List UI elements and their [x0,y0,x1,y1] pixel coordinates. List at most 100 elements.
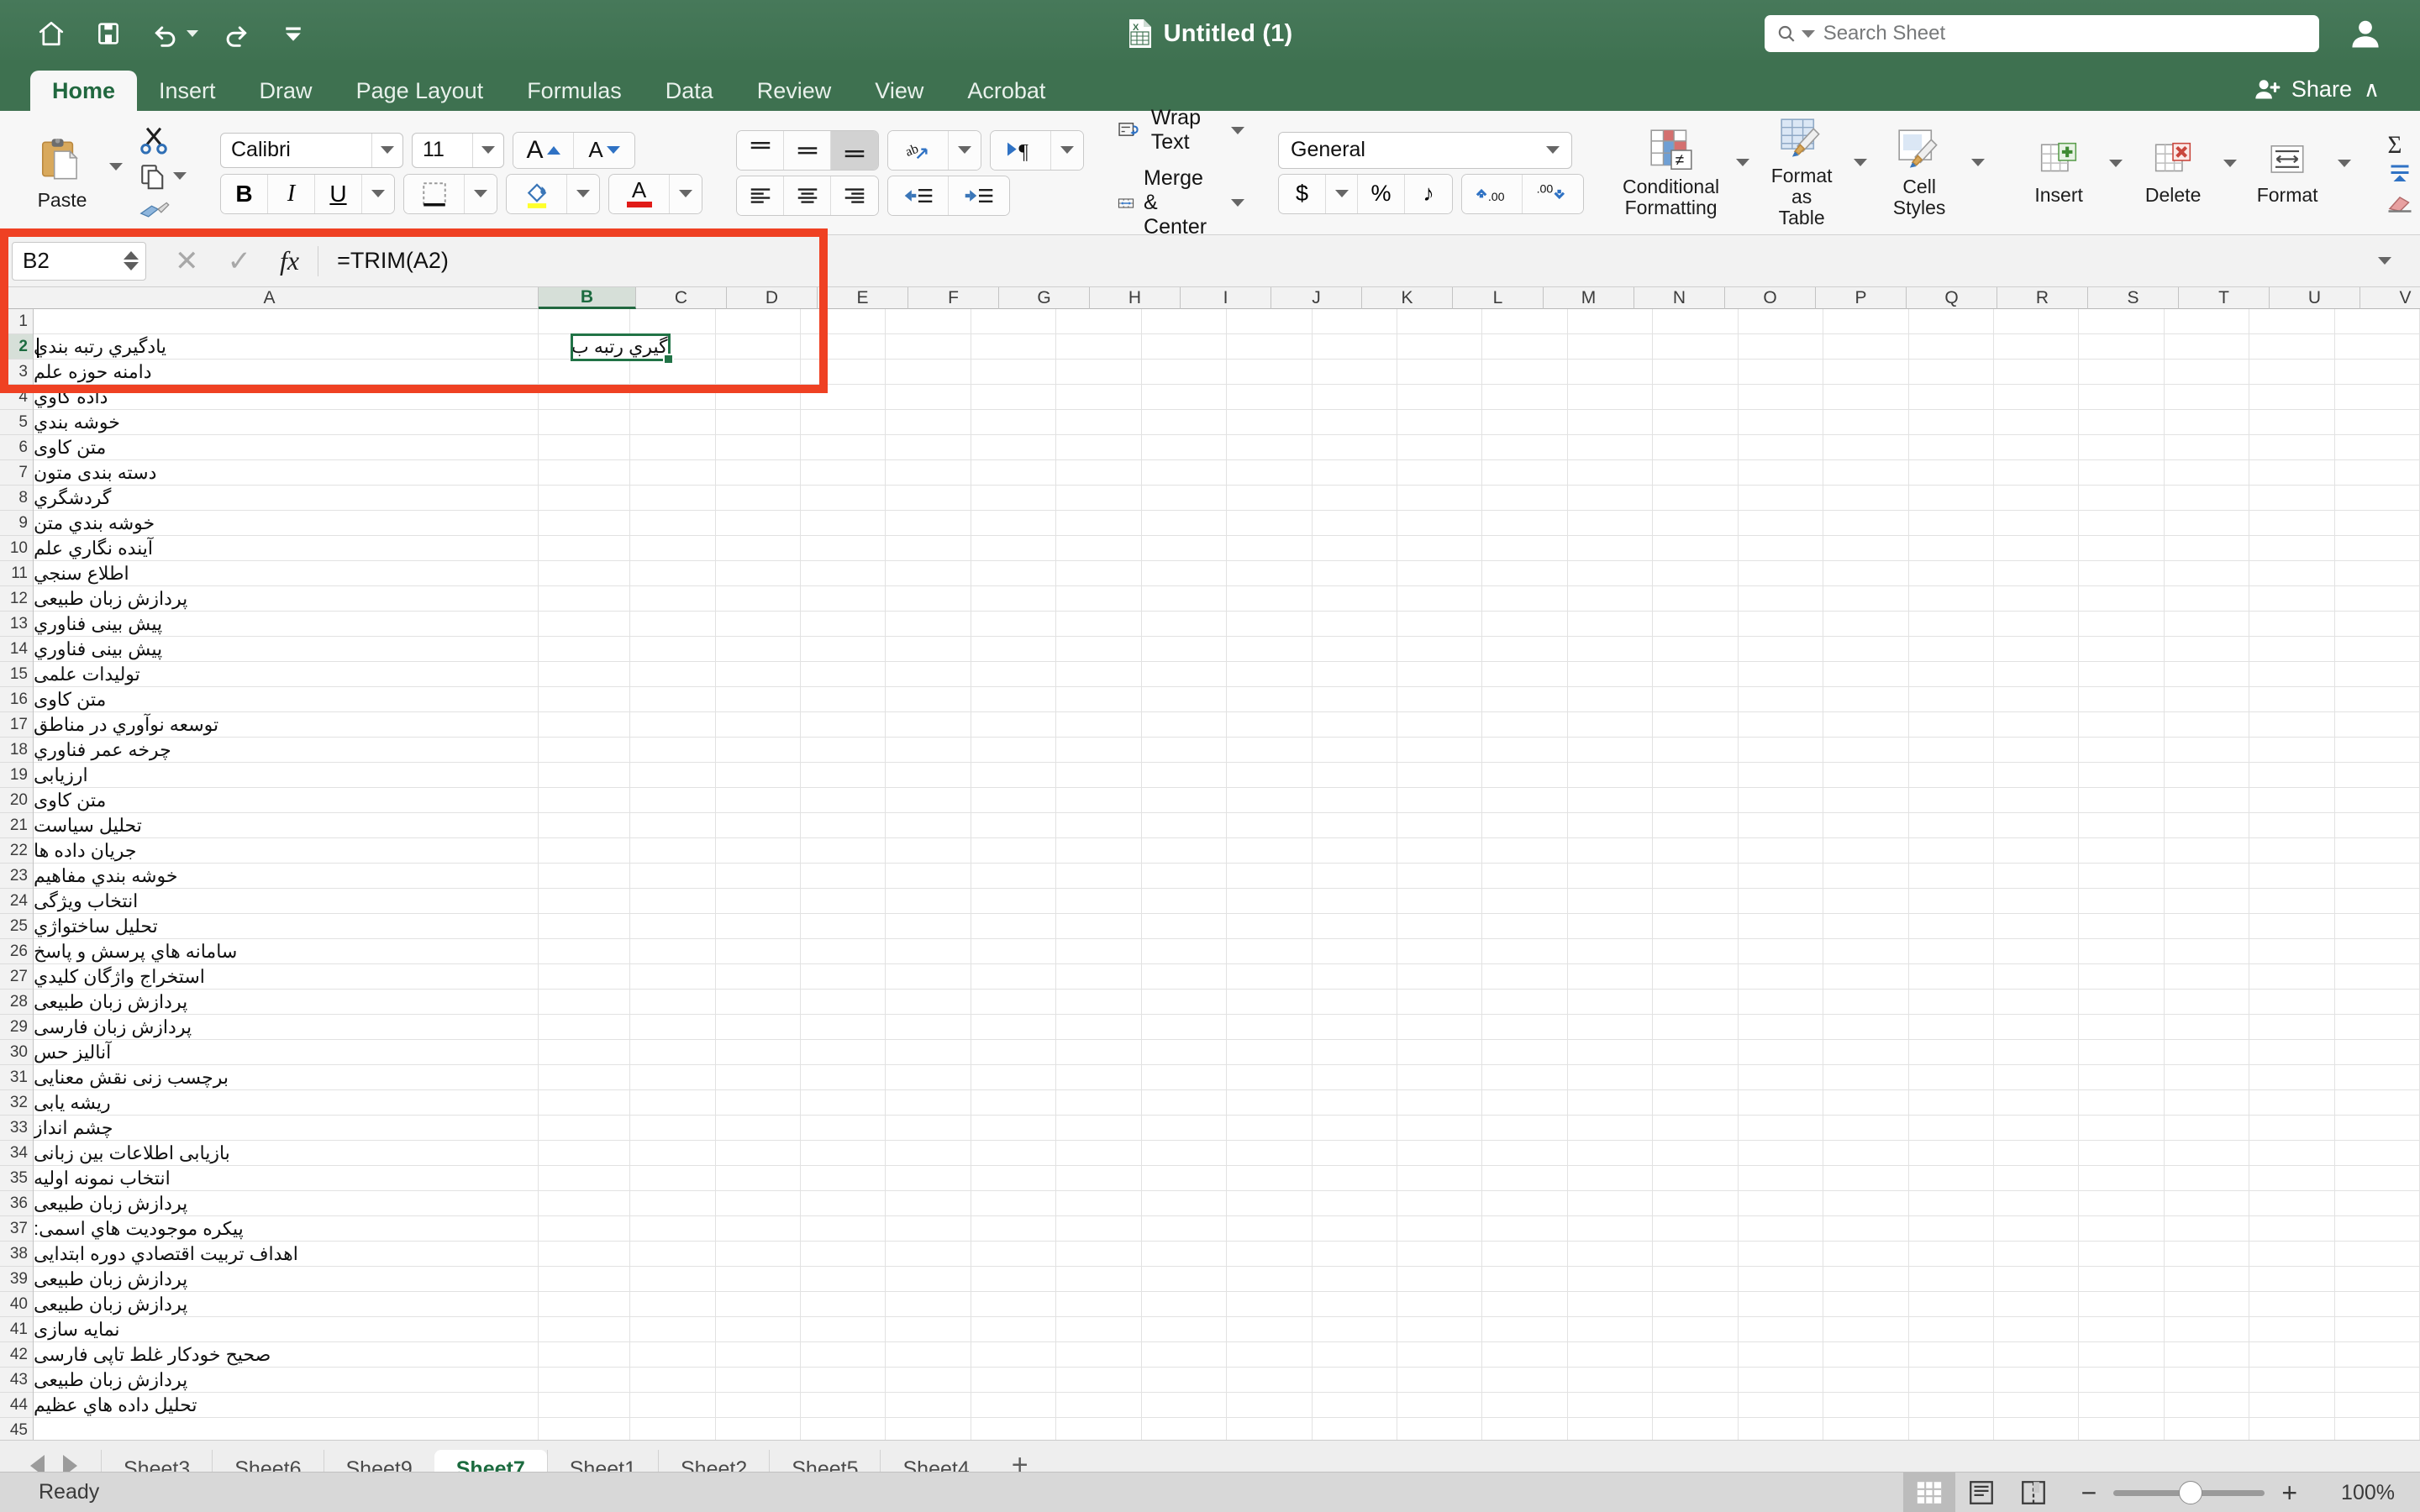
cell-A5[interactable]: خوشه بندي [34,410,539,434]
cell-S10[interactable] [1994,536,2080,560]
cell-F10[interactable] [886,536,971,560]
cell-P20[interactable] [1739,788,1824,812]
cell-H34[interactable] [1056,1141,1142,1165]
cell-U15[interactable] [2165,662,2250,686]
cell-P45[interactable] [1739,1418,1824,1440]
cell-C31[interactable] [630,1065,716,1089]
cell-G12[interactable] [971,586,1057,611]
cell-W21[interactable] [2335,813,2420,837]
cell-P10[interactable] [1739,536,1824,560]
cell-O29[interactable] [1653,1015,1739,1039]
row-header-7[interactable]: 7 [0,460,33,486]
cell-V25[interactable] [2249,914,2335,938]
cell-H27[interactable] [1056,964,1142,989]
cell-N34[interactable] [1568,1141,1654,1165]
cell-S36[interactable] [1994,1191,2080,1215]
confirm-formula-icon[interactable]: ✓ [228,244,252,278]
cell-P16[interactable] [1739,687,1824,711]
cell-T39[interactable] [2079,1267,2165,1291]
cell-H1[interactable] [1056,309,1142,333]
cell-P42[interactable] [1739,1342,1824,1367]
autosum-button[interactable]: Σ [2385,131,2420,158]
cell-J2[interactable] [1227,334,1313,359]
cell-Q13[interactable] [1823,612,1909,636]
cell-V29[interactable] [2249,1015,2335,1039]
bold-button[interactable]: B [221,174,268,213]
cell-R34[interactable] [1909,1141,1994,1165]
cell-T6[interactable] [2079,435,2165,459]
cell-P13[interactable] [1739,612,1824,636]
cell-C13[interactable] [630,612,716,636]
cell-I2[interactable] [1142,334,1228,359]
cell-T18[interactable] [2079,738,2165,762]
cell-K4[interactable] [1313,385,1397,409]
cell-R20[interactable] [1909,788,1994,812]
cell-A3[interactable]: دامنه حوزه علم [34,360,539,384]
row-header-43[interactable]: 43 [0,1368,33,1393]
zoom-slider[interactable] [2113,1480,2265,1504]
cell-D9[interactable] [716,511,802,535]
cell-M11[interactable] [1482,561,1568,585]
cell-L26[interactable] [1397,939,1483,963]
cell-F32[interactable] [886,1090,971,1115]
cell-P6[interactable] [1739,435,1824,459]
row-header-35[interactable]: 35 [0,1166,33,1191]
cell-O9[interactable] [1653,511,1739,535]
name-box-spinner[interactable] [124,251,139,270]
cell-F13[interactable] [886,612,971,636]
cell-B7[interactable] [539,460,631,485]
cell-W28[interactable] [2335,990,2420,1014]
cell-N5[interactable] [1568,410,1654,434]
cell-A42[interactable]: صحیح خودکار غلط تاپی فارسی [34,1342,539,1367]
cell-Q34[interactable] [1823,1141,1909,1165]
cell-V36[interactable] [2249,1191,2335,1215]
cell-E8[interactable] [801,486,886,510]
cell-L23[interactable] [1397,864,1483,888]
row-header-3[interactable]: 3 [0,360,33,385]
cell-U18[interactable] [2165,738,2250,762]
cell-N28[interactable] [1568,990,1654,1014]
cell-I45[interactable] [1142,1418,1228,1440]
cell-Q18[interactable] [1823,738,1909,762]
cell-P14[interactable] [1739,637,1824,661]
row-header-1[interactable]: 1 [0,309,33,334]
row-header-5[interactable]: 5 [0,410,33,435]
cell-Q31[interactable] [1823,1065,1909,1089]
cell-I36[interactable] [1142,1191,1228,1215]
row-header-15[interactable]: 15 [0,662,33,687]
cell-V10[interactable] [2249,536,2335,560]
cell-J39[interactable] [1227,1267,1313,1291]
cell-C1[interactable] [630,309,716,333]
cell-O4[interactable] [1653,385,1739,409]
cell-V34[interactable] [2249,1141,2335,1165]
cell-W30[interactable] [2335,1040,2420,1064]
cell-N25[interactable] [1568,914,1654,938]
cell-L39[interactable] [1397,1267,1483,1291]
cell-K23[interactable] [1313,864,1397,888]
cell-K27[interactable] [1313,964,1397,989]
normal-view-icon[interactable] [1902,1473,1955,1512]
cell-E38[interactable] [801,1242,886,1266]
cell-T45[interactable] [2079,1418,2165,1440]
cell-N20[interactable] [1568,788,1654,812]
cell-G13[interactable] [971,612,1057,636]
cell-S39[interactable] [1994,1267,2080,1291]
cell-V45[interactable] [2249,1418,2335,1440]
cell-S32[interactable] [1994,1090,2080,1115]
cell-M6[interactable] [1482,435,1568,459]
cell-H2[interactable] [1056,334,1142,359]
cell-T2[interactable] [2079,334,2165,359]
number-format-select[interactable]: General [1278,131,1573,169]
column-header-F[interactable]: F [908,287,999,309]
cell-W14[interactable] [2335,637,2420,661]
cell-P17[interactable] [1739,712,1824,737]
cell-L6[interactable] [1397,435,1483,459]
cell-A26[interactable]: سامانه هاي پرسش و پاسخ [34,939,539,963]
cell-Q41[interactable] [1823,1317,1909,1341]
cell-N12[interactable] [1568,586,1654,611]
cell-M18[interactable] [1482,738,1568,762]
cell-T11[interactable] [2079,561,2165,585]
cancel-formula-icon[interactable]: ✕ [175,244,199,278]
cell-W5[interactable] [2335,410,2420,434]
cell-N39[interactable] [1568,1267,1654,1291]
